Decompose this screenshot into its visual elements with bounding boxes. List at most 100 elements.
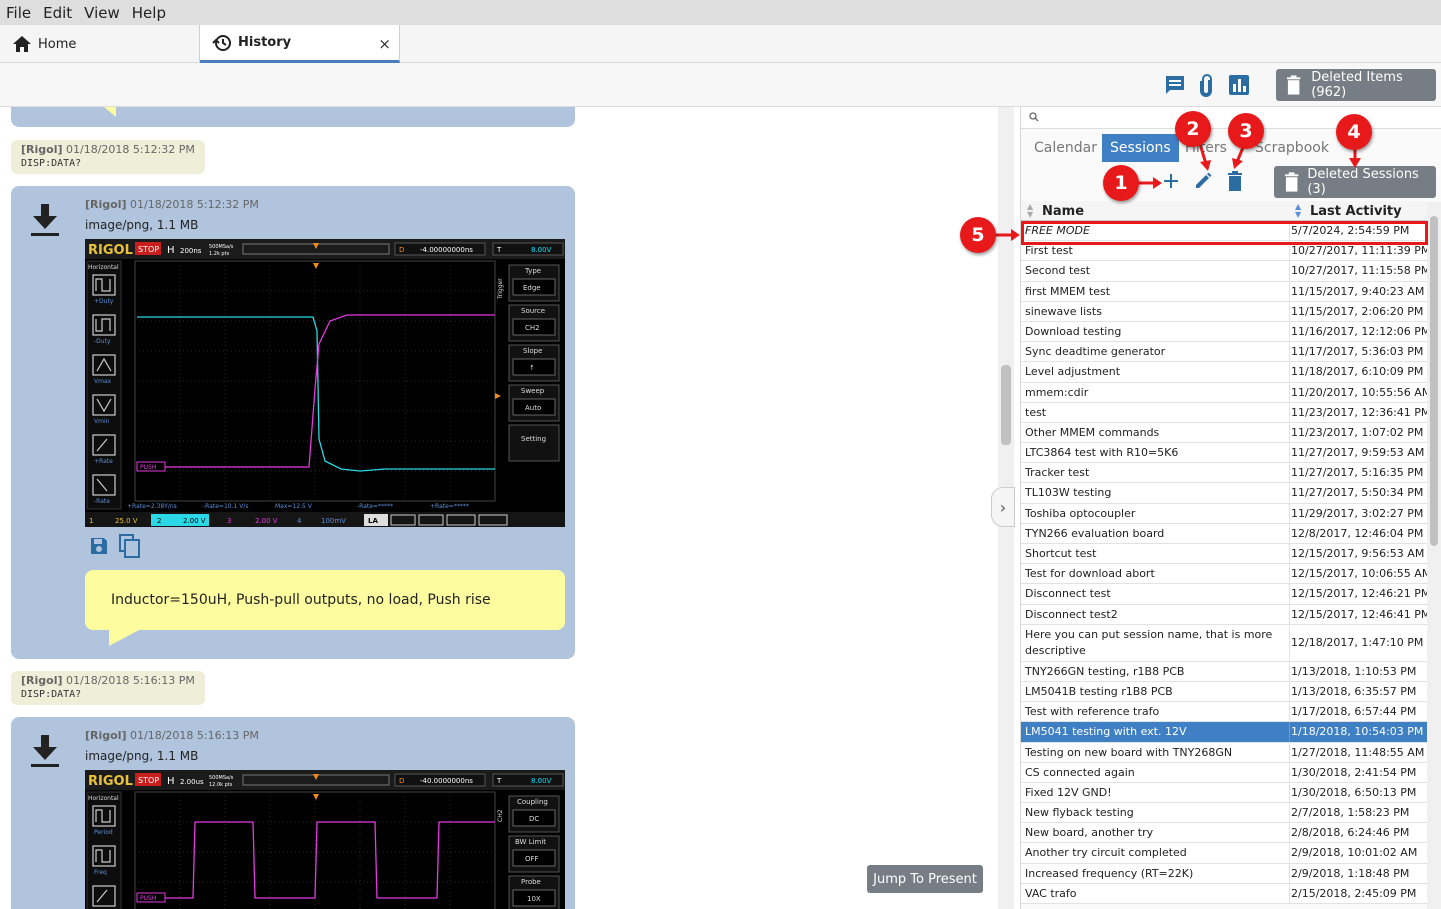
table-row[interactable]: New flyback testing 2/7/2018, 1:58:23 PM: [1021, 803, 1427, 824]
table-row[interactable]: Disconnect test2 12/15/2017, 12:46:41 PM: [1021, 604, 1431, 625]
table-row[interactable]: Disconnect test 12/15/2017, 12:46:21 PM: [1021, 584, 1430, 605]
table-row[interactable]: first MMEM test 11/15/2017, 9:40:23 AM: [1021, 281, 1427, 302]
table-row[interactable]: test 11/23/2017, 12:36:41 PM: [1021, 402, 1430, 423]
table-row[interactable]: Level adjustment 11/18/2017, 6:10:09 PM: [1021, 362, 1427, 383]
oscilloscope-screenshot[interactable]: RIGOL STOP H 200ns 500MSa/s 1.2k pts D -…: [85, 239, 565, 527]
jump-to-present-button[interactable]: Jump To Present: [867, 865, 983, 893]
session-last-activity: 11/27/2017, 5:50:34 PM: [1291, 486, 1424, 500]
command-message: [Rigol] 01/18/2018 5:12:32 PM DISP:DATA?: [11, 140, 205, 174]
table-row[interactable]: TL103W testing 11/27/2017, 5:50:34 PM: [1021, 483, 1427, 504]
session-last-activity: 12/8/2017, 12:46:04 PM: [1291, 526, 1424, 540]
attachment-icon[interactable]: [1198, 74, 1214, 98]
scope-ch2-num: 2: [157, 517, 161, 525]
table-row[interactable]: VAC trafo 2/15/2018, 2:45:09 PM: [1021, 883, 1427, 904]
save-icon[interactable]: [89, 536, 109, 556]
menu-help[interactable]: Help: [132, 4, 166, 22]
sessions-scrollbar[interactable]: [1427, 202, 1441, 909]
scope-meas-2: Max=12.5 V: [275, 503, 313, 510]
session-last-activity: 10/27/2017, 11:11:39 PM: [1291, 244, 1431, 258]
scope-meas-1: -Rate=10.1 V/s: [203, 503, 248, 510]
table-row[interactable]: Toshiba optocoupler 11/29/2017, 3:02:27 P…: [1021, 503, 1427, 524]
collapse-panel-button[interactable]: ›: [991, 487, 1015, 527]
scope-rmenu-1-title: BW Limit: [515, 838, 546, 846]
table-row[interactable]: TNY266GN testing, r1B8 PCB 1/13/2018, 1:1…: [1021, 661, 1427, 682]
oscilloscope-screenshot[interactable]: RIGOL STOP H 2.00us 500MSa/s 12.0k pts D…: [85, 770, 565, 909]
table-row[interactable]: Shortcut test 12/15/2017, 9:56:53 AM: [1021, 544, 1427, 565]
chat-scrollbar-thumb[interactable]: [1001, 365, 1011, 445]
callout-1: 1: [1103, 165, 1139, 201]
session-name: TL103W testing: [1025, 486, 1112, 500]
message-time: 01/18/2018 5:12:32 PM: [66, 143, 195, 156]
menu-file[interactable]: File: [6, 4, 31, 22]
comment-icon[interactable]: [1164, 74, 1186, 96]
table-row[interactable]: LM5041 testing with ext. 12V 1/18/2018, 1…: [1021, 722, 1427, 743]
session-last-activity: 2/9/2018, 10:01:02 AM: [1291, 846, 1418, 860]
scope-left-menu-1: +Duty: [94, 298, 114, 305]
column-divider: [1289, 402, 1290, 422]
session-name: Test with reference trafo: [1025, 705, 1160, 719]
table-row[interactable]: Increased frequency (RT=22K) 2/9/2018, 1:…: [1021, 863, 1427, 884]
scope-offset: -40.0000000ns: [420, 777, 473, 785]
menu-edit[interactable]: Edit: [43, 4, 72, 22]
tab-home[interactable]: Home: [0, 25, 200, 63]
scope-rmenu-2-value: ↑: [529, 364, 535, 372]
table-row[interactable]: CS connected again 1/30/2018, 2:41:54 PM: [1021, 762, 1427, 783]
table-row[interactable]: sinewave lists 11/15/2017, 2:06:20 PM: [1021, 301, 1427, 322]
tab-sessions[interactable]: Sessions: [1102, 134, 1179, 162]
session-last-activity: 12/15/2017, 12:46:41 PM: [1291, 607, 1431, 621]
sessions-scrollbar-thumb[interactable]: [1430, 216, 1438, 546]
session-name: Increased frequency (RT=22K): [1025, 866, 1194, 880]
table-row[interactable]: Second test 10/27/2017, 11:15:58 PM: [1021, 261, 1430, 282]
table-row[interactable]: Test for download abort 12/15/2017, 10:06…: [1021, 564, 1431, 585]
column-divider: [1289, 544, 1290, 564]
close-icon[interactable]: ×: [378, 35, 391, 53]
table-row[interactable]: LTC3864 test with R10=5K6 11/27/2017, 9:5…: [1021, 443, 1427, 464]
session-last-activity: 11/16/2017, 12:12:06 PM: [1291, 324, 1431, 338]
column-name[interactable]: ▲ ▼ Name: [1027, 203, 1084, 219]
scope-ch3-num: 3: [227, 517, 231, 525]
message-time: 01/18/2018 5:16:13 PM: [130, 729, 259, 742]
note-bubble[interactable]: Inductor=150uH, Push-pull outputs, no lo…: [85, 570, 565, 630]
column-last-activity[interactable]: ▲ ▼ Last Activity: [1295, 203, 1402, 219]
scope-rmenu-1-title: Source: [521, 307, 545, 315]
table-row[interactable]: Fixed 12V GND! 1/30/2018, 6:50:13 PM: [1021, 782, 1427, 804]
table-row[interactable]: TYN266 evaluation board 12/8/2017, 12:46:…: [1021, 523, 1427, 544]
table-row[interactable]: Testing on new board with TNY268GN 1/27/2…: [1021, 742, 1427, 763]
bar-chart-icon[interactable]: [1228, 74, 1250, 96]
tab-history[interactable]: History ×: [200, 25, 400, 63]
table-row[interactable]: Here you can put session name, that is m…: [1021, 624, 1427, 662]
column-divider: [1289, 321, 1290, 342]
table-row[interactable]: Another try circuit completed 2/9/2018, 1…: [1021, 843, 1427, 864]
column-divider: [1289, 523, 1290, 543]
scope-tlevel: 8.00V: [531, 246, 552, 254]
edit-session-icon[interactable]: [1193, 171, 1213, 191]
download-icon[interactable]: [29, 733, 61, 769]
add-session-icon[interactable]: [1161, 171, 1181, 191]
session-last-activity: 1/27/2018, 11:48:55 AM: [1291, 745, 1425, 759]
scope-rmenu-2-title: Slope: [523, 347, 542, 355]
column-divider: [1289, 281, 1290, 301]
scope-srate: 500MSa/s: [209, 244, 234, 250]
deleted-sessions-button[interactable]: Deleted Sessions (3): [1274, 166, 1436, 198]
scope-d: D: [399, 246, 404, 254]
table-row[interactable]: Sync deadtime generator 11/17/2017, 5:36:…: [1021, 342, 1427, 363]
scope-trigger-label: Trigger: [497, 278, 504, 300]
table-row[interactable]: Download testing 11/16/2017, 12:12:06 PM: [1021, 321, 1431, 343]
table-row[interactable]: mmem:cdir 11/20/2017, 10:55:56 AM: [1021, 382, 1431, 403]
table-row[interactable]: Other MMEM commands 11/23/2017, 1:07:02 P…: [1021, 422, 1427, 444]
copy-icon[interactable]: [119, 534, 141, 558]
delete-session-icon[interactable]: [1227, 171, 1243, 191]
download-icon[interactable]: [29, 202, 61, 238]
column-divider: [1289, 762, 1290, 782]
table-row[interactable]: New board, another try 2/8/2018, 6:24:46 …: [1021, 823, 1427, 844]
session-last-activity: 11/15/2017, 2:06:20 PM: [1291, 304, 1424, 318]
deleted-items-button[interactable]: Deleted Items (962): [1276, 69, 1436, 101]
menu-view[interactable]: View: [84, 4, 120, 22]
table-row[interactable]: LM5041B testing r1B8 PCB 1/13/2018, 6:35:…: [1021, 681, 1427, 703]
scope-rmenu-0-value: Edge: [523, 284, 541, 292]
scope-srate: 500MSa/s: [209, 775, 234, 781]
table-row[interactable]: Tracker test 11/27/2017, 5:16:35 PM: [1021, 463, 1427, 484]
scope-push-label: PUSH: [140, 464, 156, 471]
table-row[interactable]: Test with reference trafo 1/17/2018, 6:57…: [1021, 702, 1427, 723]
tab-calendar[interactable]: Calendar: [1028, 134, 1103, 162]
